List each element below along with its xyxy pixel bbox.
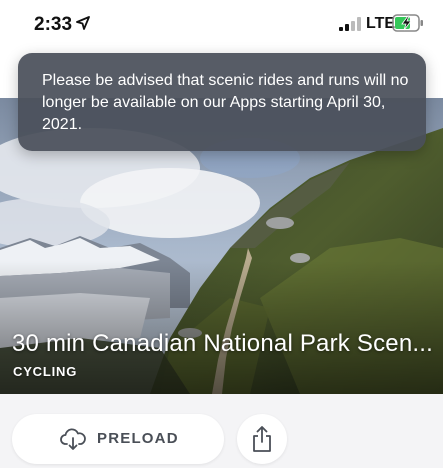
action-bar: PRELOAD	[0, 394, 443, 468]
status-bar: 2:33 LTE	[0, 0, 443, 48]
network-type: LTE	[366, 15, 396, 32]
share-button[interactable]	[237, 414, 287, 464]
status-time: 2:33	[34, 14, 73, 35]
preload-button[interactable]: PRELOAD	[12, 414, 224, 464]
preload-label: PRELOAD	[97, 430, 179, 447]
notice-toast[interactable]: Please be advised that scenic rides and …	[18, 53, 426, 151]
workout-title: 30 min Canadian National Park Scen...	[12, 330, 433, 357]
share-icon	[253, 426, 271, 452]
workout-category: CYCLING	[13, 364, 78, 379]
notice-message: Please be advised that scenic rides and …	[42, 72, 409, 133]
battery-charging-icon	[392, 14, 423, 32]
cloud-download-icon	[60, 428, 86, 450]
cellular-signal-icon	[339, 17, 361, 31]
location-arrow-icon	[76, 16, 90, 30]
